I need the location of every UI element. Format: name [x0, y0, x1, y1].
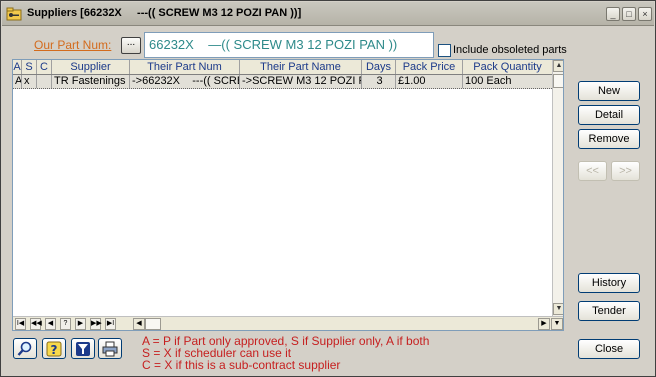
browse-part-button[interactable]: ...: [121, 37, 141, 54]
column-header-their-part-name[interactable]: Their Part Name: [240, 60, 362, 74]
cell-c: [37, 75, 52, 88]
print-button[interactable]: [98, 338, 122, 359]
column-header-their-part-num[interactable]: Their Part Num: [130, 60, 240, 74]
column-header-supplier[interactable]: Supplier: [52, 60, 130, 74]
cell-pack-quantity: 100 Each: [465, 75, 512, 87]
print-icon: [102, 341, 118, 357]
history-button[interactable]: History: [578, 273, 640, 293]
cell-a: A: [15, 75, 22, 88]
scroll-left-icon[interactable]: ◀: [133, 318, 145, 330]
filter-button[interactable]: [71, 338, 95, 359]
close-button[interactable]: Close: [578, 339, 640, 359]
suppliers-grid: A S C Supplier Their Part Num Their Part…: [12, 59, 564, 331]
part-number-field[interactable]: 66232X —(( SCREW M3 12 POZI PAN )): [144, 32, 434, 58]
page-back-button[interactable]: ◀◀: [30, 318, 42, 330]
scroll-right-icon[interactable]: ▶: [538, 318, 550, 330]
scroll-up-icon[interactable]: ▲: [553, 60, 563, 72]
column-header-c[interactable]: C: [37, 60, 52, 74]
record-navigator: I◀ ◀◀ ◀ ? ▶ ▶▶ ▶I ◀ ▶ ▼: [13, 316, 563, 330]
svg-text:?: ?: [51, 343, 58, 357]
scroll-down-icon[interactable]: ▼: [553, 303, 563, 315]
grid-header: A S C Supplier Their Part Num Their Part…: [13, 60, 552, 75]
page-forward-button[interactable]: ▶▶: [90, 318, 102, 330]
first-record-button[interactable]: I◀: [15, 318, 26, 330]
cell-pack-price: £1.00: [396, 75, 463, 88]
our-part-num-label: Our Part Num:: [34, 38, 112, 52]
scroll-down-small-icon[interactable]: ▼: [551, 318, 563, 330]
cell-days: 3: [362, 75, 396, 88]
minimize-button[interactable]: _: [606, 7, 620, 21]
cell-s: x: [22, 75, 37, 88]
column-header-pack-price[interactable]: Pack Price: [396, 60, 463, 74]
title-bar[interactable]: Suppliers [66232X ---(( SCREW M3 12 POZI…: [2, 2, 654, 26]
maximize-button[interactable]: □: [622, 7, 636, 21]
scroll-thumb[interactable]: [553, 74, 563, 88]
column-header-days[interactable]: Days: [362, 60, 396, 74]
previous-record-button[interactable]: ◀: [45, 318, 56, 330]
next-button[interactable]: >>: [611, 161, 640, 181]
folder-key-icon: [6, 7, 22, 21]
filter-icon: [76, 342, 90, 356]
window-title: Suppliers [66232X ---(( SCREW M3 12 POZI…: [27, 7, 302, 19]
cell-supplier: TR Fastenings: [52, 75, 130, 88]
table-row[interactable]: A x TR Fastenings ->66232X ---(( SCREW -…: [13, 75, 552, 89]
previous-button[interactable]: <<: [578, 161, 607, 181]
last-record-button[interactable]: ▶I: [105, 318, 116, 330]
column-header-a[interactable]: A: [13, 60, 22, 74]
new-button[interactable]: New: [578, 81, 640, 101]
include-obsoleted-checkbox[interactable]: [438, 44, 451, 57]
find-record-button[interactable]: ?: [60, 318, 71, 330]
tender-button[interactable]: Tender: [578, 301, 640, 321]
search-button[interactable]: [13, 338, 37, 359]
cell-their-part-num: ->66232X ---(( SCREW: [130, 75, 240, 88]
help-button[interactable]: ?: [42, 338, 66, 359]
search-icon: [17, 341, 32, 356]
horizontal-scroll-thumb[interactable]: [145, 318, 161, 330]
detail-button[interactable]: Detail: [578, 105, 640, 125]
horizontal-scrollbar[interactable]: ◀ ▶ ▼: [133, 317, 563, 330]
next-record-button[interactable]: ▶: [75, 318, 86, 330]
legend-line-c: C = X if this is a sub-contract supplier: [142, 358, 341, 372]
vertical-scrollbar[interactable]: ▲ ▼: [552, 60, 563, 316]
column-header-pack-quantity[interactable]: Pack Quantity: [463, 60, 552, 74]
close-window-button[interactable]: ×: [638, 7, 652, 21]
column-header-s[interactable]: S: [22, 60, 37, 74]
help-icon: ?: [46, 341, 62, 357]
include-obsoleted-label: Include obsoleted parts: [453, 44, 567, 56]
cell-their-part-name: ->SCREW M3 12 POZI PAN: [240, 75, 362, 88]
suppliers-window: Suppliers [66232X ---(( SCREW M3 12 POZI…: [0, 0, 656, 377]
remove-button[interactable]: Remove: [578, 129, 640, 149]
